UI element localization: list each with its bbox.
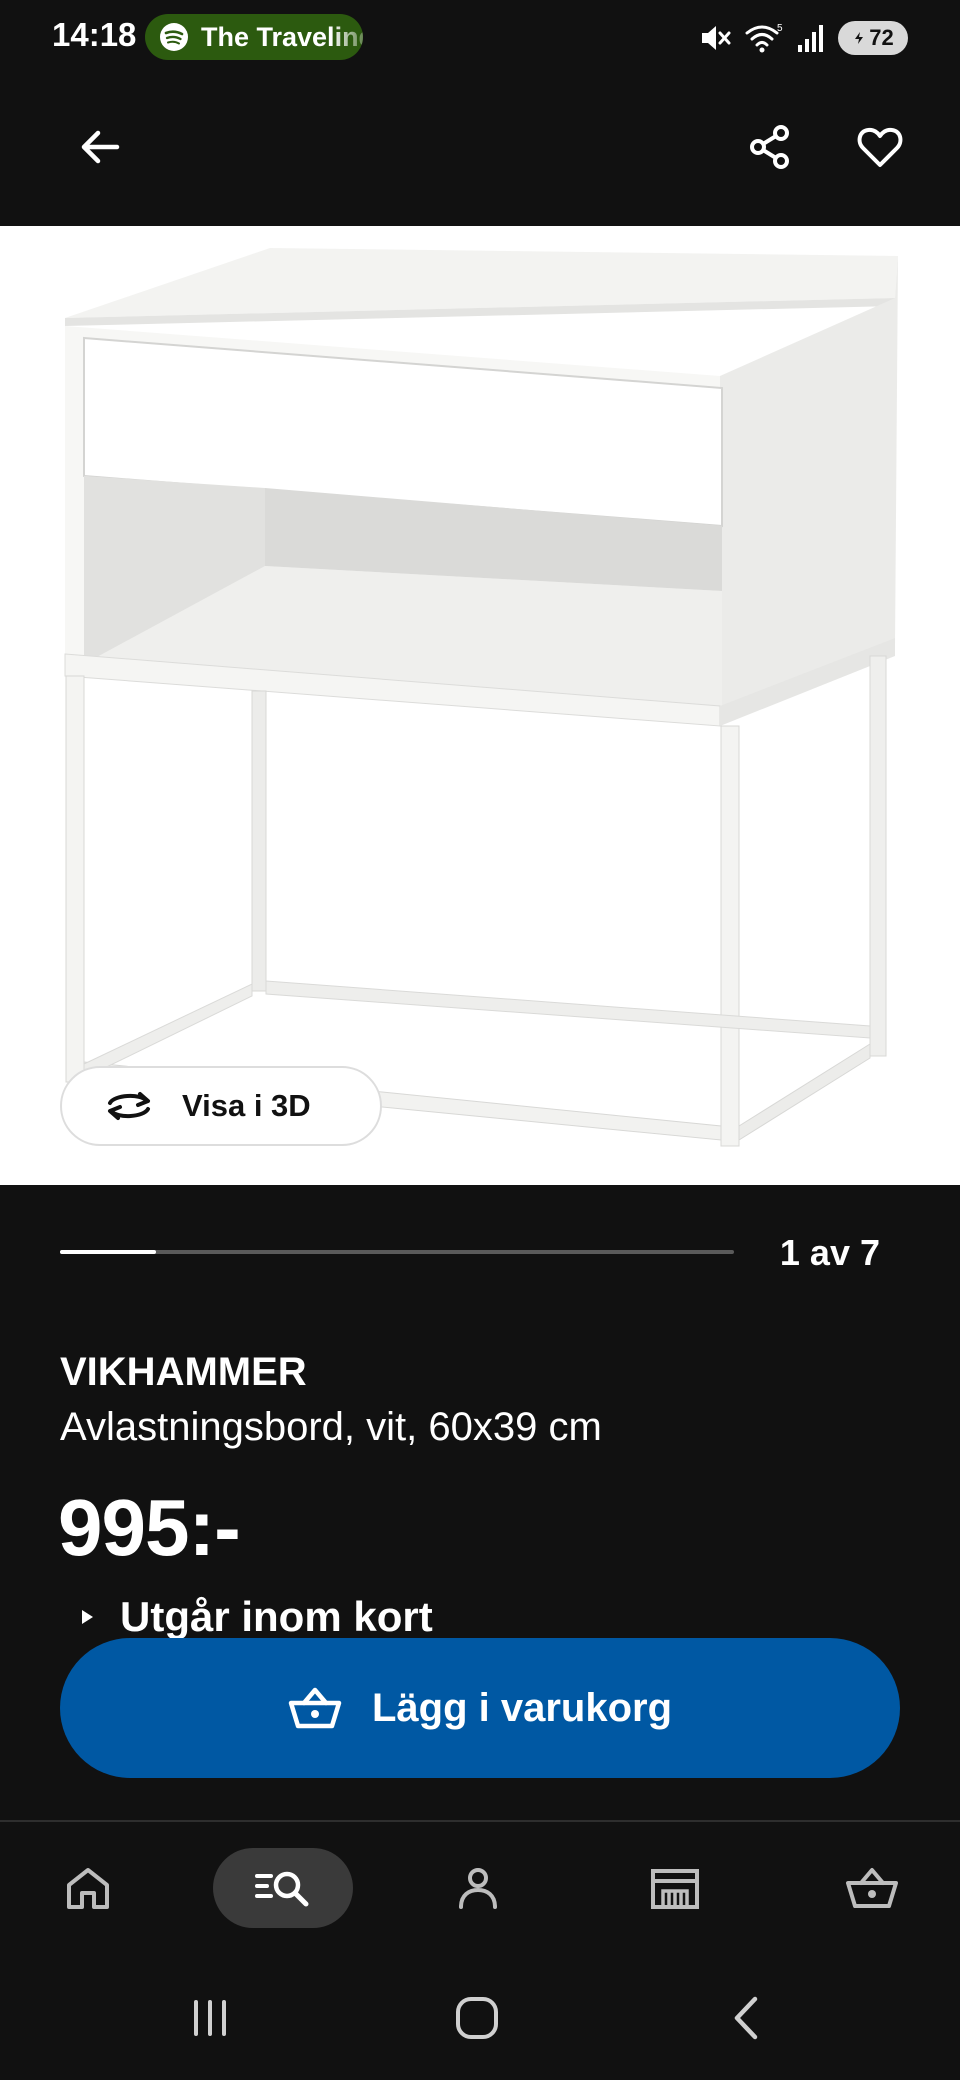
basket-icon [846, 1868, 898, 1908]
home-icon [456, 1997, 498, 2039]
svg-text:5: 5 [777, 23, 783, 34]
screen: 14:18 The Traveling 5 72 Visa i 3D 1 av … [0, 0, 960, 2080]
image-pager-progress [60, 1250, 157, 1254]
spotify-icon [160, 23, 188, 51]
add-to-cart-label: Lägg i varukorg [371, 1685, 673, 1730]
product-description: Avlastningsbord, vit, 60x39 cm [60, 1405, 602, 1449]
availability-notice-text: Utgår inom kort [120, 1593, 433, 1640]
signal-icon [798, 25, 823, 52]
mute-icon [702, 26, 731, 50]
system-nav [0, 1958, 960, 2080]
basket-icon [288, 1687, 342, 1729]
nav-home[interactable] [18, 1848, 158, 1928]
app-bar [0, 72, 960, 226]
back-arrow-icon [81, 130, 120, 164]
back-button-system[interactable] [696, 1978, 796, 2058]
recents-button[interactable] [160, 1978, 260, 2058]
heart-icon [857, 127, 903, 167]
battery-icon: 72 [838, 21, 908, 55]
favorite-button[interactable] [840, 107, 920, 187]
status-icons: 5 72 [698, 18, 908, 58]
rotate-icon [108, 1092, 150, 1120]
image-pager-text: 1 av 7 [779, 1232, 880, 1273]
view-3d-label: Visa i 3D [182, 1088, 311, 1123]
add-to-cart-button[interactable]: Lägg i varukorg [60, 1638, 900, 1778]
nav-store[interactable] [605, 1848, 745, 1928]
availability-notice[interactable]: Utgår inom kort [80, 1592, 433, 1642]
nav-profile[interactable] [408, 1848, 548, 1928]
status-bar: 14:18 The Traveling 5 72 [0, 0, 960, 72]
product-image[interactable]: Visa i 3D [0, 226, 960, 1185]
image-pager-track[interactable] [60, 1250, 734, 1254]
profile-icon [459, 1868, 497, 1909]
product-name: VIKHAMMER [60, 1350, 307, 1394]
media-title: The Traveling [201, 21, 363, 52]
search-icon [255, 1871, 309, 1907]
bottom-nav [0, 1822, 960, 1958]
product-photo [64, 248, 898, 1147]
media-pill[interactable]: The Traveling [145, 14, 363, 60]
share-icon [750, 125, 789, 169]
wifi-icon: 5 [745, 23, 783, 53]
nav-basket[interactable] [802, 1848, 942, 1928]
status-time: 14:18 [52, 16, 137, 53]
store-icon [651, 1869, 699, 1909]
home-button[interactable] [427, 1978, 527, 2058]
nav-search[interactable] [213, 1848, 353, 1928]
caret-right-icon [82, 1610, 93, 1624]
battery-level: 72 [869, 25, 894, 50]
back-button[interactable] [60, 107, 140, 187]
home-icon [67, 1868, 109, 1909]
product-price: 995:- [58, 1483, 241, 1572]
back-icon [734, 1996, 758, 2040]
recents-icon [194, 2000, 226, 2036]
share-button[interactable] [730, 107, 810, 187]
view-3d-button[interactable]: Visa i 3D [60, 1066, 382, 1146]
